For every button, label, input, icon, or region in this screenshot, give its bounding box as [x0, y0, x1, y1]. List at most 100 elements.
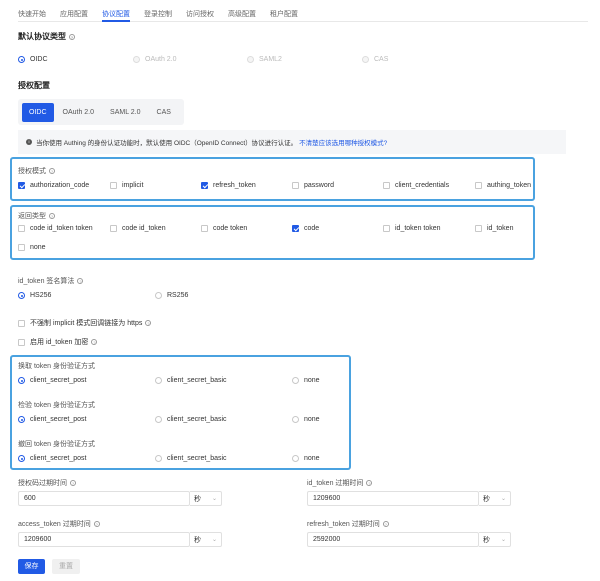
info-icon: i — [26, 139, 32, 145]
code-expiry-label: 授权码过期时间? — [18, 480, 76, 487]
info-banner: i 当你使用 Authing 的身份认证功能时，默认使用 OIDC（OpenID… — [18, 130, 566, 154]
checkbox-icon — [201, 182, 208, 189]
tab-access-auth[interactable]: 访问授权 — [186, 0, 214, 21]
radio-icon — [292, 377, 299, 384]
response-id-token-token-checkbox[interactable]: id_token token — [383, 225, 441, 232]
reset-button[interactable]: 重置 — [52, 559, 80, 574]
help-icon: ? — [145, 320, 152, 326]
response-none-checkbox[interactable]: none — [18, 244, 46, 251]
auth-config-title: 授权配置 — [18, 81, 50, 90]
access-token-expiry-unit-select[interactable]: 秒 ⌄ — [190, 532, 222, 547]
grant-authorization-code-checkbox[interactable]: authorization_code — [18, 182, 89, 189]
alg-hs256-radio[interactable]: HS256 — [18, 292, 51, 299]
config-tabs: 快速开始 应用配置 协议配置 登录控制 访问授权 高级配置 租户配置 — [18, 0, 588, 22]
radio-icon — [133, 56, 140, 63]
radio-icon — [18, 377, 25, 384]
exchange-token-label: 换取 token 身份验证方式 — [18, 363, 96, 370]
help-icon: ? — [70, 480, 76, 487]
id-token-encrypt-checkbox[interactable]: 启用 id_token 加密? — [18, 337, 98, 347]
id-token-expiry-unit-select[interactable]: 秒 ⌄ — [479, 491, 511, 506]
revoke-basic-radio[interactable]: client_secret_basic — [155, 455, 227, 462]
checkbox-icon — [18, 225, 25, 232]
radio-icon — [155, 455, 162, 462]
segment-oidc[interactable]: OIDC — [22, 102, 54, 122]
help-icon: ? — [77, 278, 84, 285]
checkbox-icon — [292, 182, 299, 189]
checkbox-icon — [292, 225, 299, 232]
response-id-token-checkbox[interactable]: id_token — [475, 225, 513, 232]
tab-quick-start[interactable]: 快速开始 — [18, 0, 46, 21]
help-icon: ? — [91, 339, 98, 345]
id-token-expiry-input[interactable]: 1209600 — [307, 491, 479, 506]
protocol-segment: OIDC OAuth 2.0 SAML 2.0 CAS — [18, 99, 184, 125]
access-token-expiry-input[interactable]: 1209600 — [18, 532, 190, 547]
tab-tenant-config[interactable]: 租户配置 — [270, 0, 298, 21]
checkbox-icon — [383, 225, 390, 232]
grant-authing-token-checkbox[interactable]: authing_token — [475, 182, 531, 189]
checkbox-icon — [18, 182, 25, 189]
tab-app-config[interactable]: 应用配置 — [60, 0, 88, 21]
checkbox-icon — [18, 338, 25, 346]
help-icon: ? — [69, 33, 75, 40]
radio-icon — [155, 292, 162, 299]
exchange-basic-radio[interactable]: client_secret_basic — [155, 377, 227, 384]
protocol-oidc-radio[interactable]: OIDC — [18, 56, 48, 63]
segment-oauth[interactable]: OAuth 2.0 — [56, 103, 102, 122]
token-auth-panel — [10, 355, 351, 470]
response-code-id-token-checkbox[interactable]: code id_token — [110, 225, 166, 232]
id-token-alg-label: id_token 签名算法? — [18, 278, 84, 285]
segment-cas[interactable]: CAS — [150, 103, 178, 122]
help-icon: ? — [93, 521, 100, 528]
chevron-down-icon: ⌄ — [211, 537, 217, 543]
grant-refresh-token-checkbox[interactable]: refresh_token — [201, 182, 256, 189]
protocol-saml-radio[interactable]: SAML2 — [247, 56, 282, 63]
id-token-expiry-label: id_token 过期时间? — [307, 480, 373, 487]
revoke-post-radio[interactable]: client_secret_post — [18, 455, 86, 462]
radio-icon — [155, 416, 162, 423]
help-icon: ? — [366, 480, 373, 487]
response-code-id-token-token-checkbox[interactable]: code id_token token — [18, 225, 93, 232]
response-types-label: 返回类型? — [18, 213, 55, 220]
inspect-post-radio[interactable]: client_secret_post — [18, 416, 86, 423]
revoke-token-label: 撤回 token 身份验证方式 — [18, 441, 96, 448]
inspect-none-radio[interactable]: none — [292, 416, 320, 423]
exchange-none-radio[interactable]: none — [292, 377, 320, 384]
revoke-none-radio[interactable]: none — [292, 455, 320, 462]
radio-icon — [18, 416, 25, 423]
help-icon: ? — [49, 168, 55, 175]
implicit-https-checkbox[interactable]: 不强制 implicit 模式回调链接为 https? — [18, 318, 152, 328]
tab-login-control[interactable]: 登录控制 — [144, 0, 172, 21]
protocol-oauth-radio[interactable]: OAuth 2.0 — [133, 56, 177, 63]
grant-password-checkbox[interactable]: password — [292, 182, 334, 189]
default-protocol-title: 默认协议类型? — [18, 32, 75, 41]
code-expiry-input[interactable]: 600 — [18, 491, 190, 506]
exchange-post-radio[interactable]: client_secret_post — [18, 377, 86, 384]
refresh-token-expiry-unit-select[interactable]: 秒 ⌄ — [479, 532, 511, 547]
radio-icon — [247, 56, 254, 63]
chevron-down-icon: ⌄ — [211, 496, 217, 502]
radio-icon — [18, 56, 25, 63]
save-button[interactable]: 保存 — [18, 559, 45, 574]
grant-types-panel — [10, 157, 535, 201]
protocol-cas-radio[interactable]: CAS — [362, 56, 388, 63]
tab-advanced-config[interactable]: 高级配置 — [228, 0, 256, 21]
chevron-down-icon: ⌄ — [500, 537, 506, 543]
inspect-token-label: 检验 token 身份验证方式 — [18, 402, 96, 409]
response-code-checkbox[interactable]: code — [292, 225, 319, 232]
response-code-token-checkbox[interactable]: code token — [201, 225, 247, 232]
tab-protocol-config[interactable]: 协议配置 — [102, 0, 130, 22]
chevron-down-icon: ⌄ — [500, 496, 506, 502]
help-icon: ? — [382, 521, 389, 528]
alg-rs256-radio[interactable]: RS256 — [155, 292, 188, 299]
checkbox-icon — [475, 225, 482, 232]
segment-saml[interactable]: SAML 2.0 — [103, 103, 147, 122]
grant-implicit-checkbox[interactable]: implicit — [110, 182, 143, 189]
grant-mode-help-link[interactable]: 不清楚应该选用哪种授权模式? — [299, 137, 387, 147]
code-expiry-unit-select[interactable]: 秒 ⌄ — [190, 491, 222, 506]
radio-icon — [292, 416, 299, 423]
inspect-basic-radio[interactable]: client_secret_basic — [155, 416, 227, 423]
response-types-panel — [10, 205, 535, 260]
grant-client-credentials-checkbox[interactable]: client_credentials — [383, 182, 449, 189]
checkbox-icon — [18, 319, 25, 327]
refresh-token-expiry-input[interactable]: 2592000 — [307, 532, 479, 547]
